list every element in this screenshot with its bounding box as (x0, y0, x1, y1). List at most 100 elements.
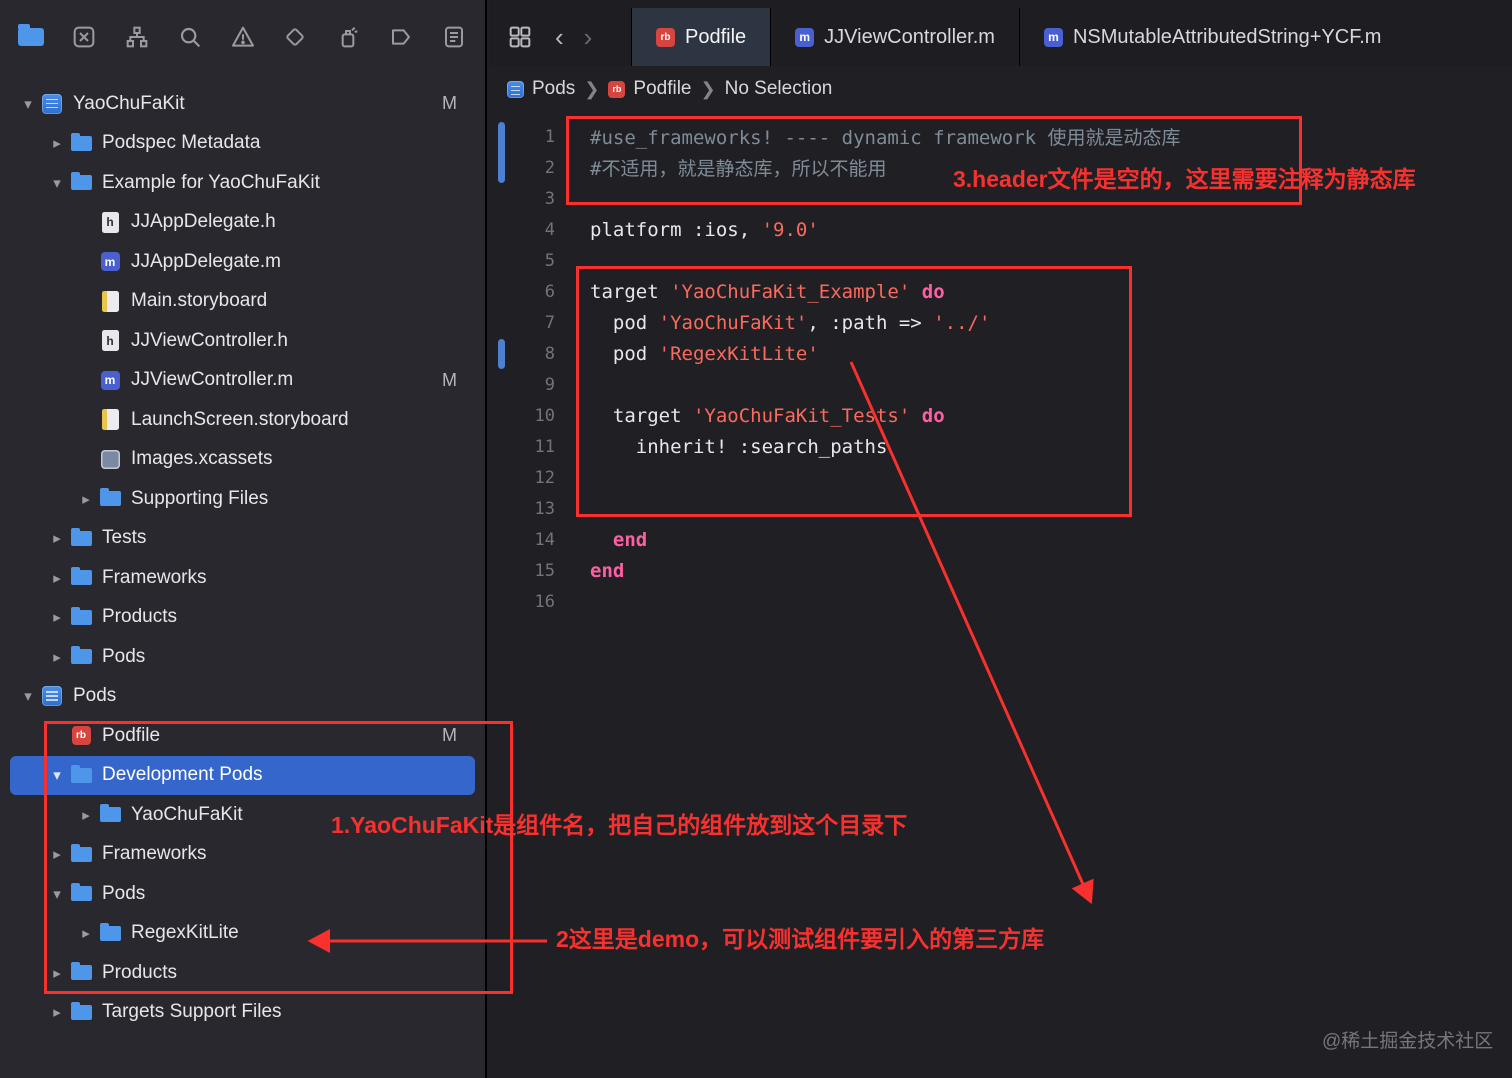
sidebar-item-regexkitlite[interactable]: ▸ RegexKitLite (0, 914, 485, 954)
code-line-4[interactable]: 4 platform :ios, '9.0' (489, 214, 1512, 245)
back-chevron-icon[interactable]: ‹ (555, 24, 564, 50)
breadcrumb-label: Podfile (633, 78, 692, 99)
code-line-5[interactable]: 5 (489, 245, 1512, 276)
disclosure-triangle-icon[interactable]: ▸ (45, 648, 69, 666)
tab-jjviewcontroller[interactable]: m JJViewController.m (770, 8, 1019, 66)
source-editor[interactable]: 1 #use_frameworks! ---- dynamic framework… (489, 112, 1512, 1078)
disclosure-triangle-icon[interactable]: ▸ (45, 134, 69, 152)
test-navigator-icon[interactable] (280, 22, 310, 52)
disclosure-triangle-icon[interactable]: ▸ (74, 490, 98, 508)
sidebar-item-label: Example for YaoChuFaKit (102, 171, 320, 193)
sidebar-item-products[interactable]: ▸ Products (0, 598, 485, 638)
code-line-12[interactable]: 12 (489, 462, 1512, 493)
sidebar-item-products[interactable]: ▸ Products (0, 953, 485, 993)
code-line-13[interactable]: 13 (489, 493, 1512, 524)
sidebar-item-pods[interactable]: ▸ Pods (0, 637, 485, 677)
disclosure-triangle-icon[interactable]: ▸ (45, 845, 69, 863)
sidebar-item-label: YaoChuFaKit (131, 803, 243, 825)
code-line-6[interactable]: 6 target 'YaoChuFaKit_Example' do (489, 276, 1512, 307)
code-line-15[interactable]: 15 end (489, 555, 1512, 586)
disclosure-triangle-icon[interactable]: ▾ (45, 766, 69, 784)
sidebar-item-example-for-yaochufakit[interactable]: ▾ Example for YaoChuFaKit (0, 163, 485, 203)
disclosure-triangle-icon[interactable]: ▾ (45, 885, 69, 903)
line-number: 13 (534, 498, 555, 519)
sidebar-item-label: RegexKitLite (131, 922, 239, 944)
m-icon: m (98, 252, 122, 272)
folder-icon (69, 567, 93, 586)
find-navigator-icon[interactable] (175, 22, 205, 52)
disclosure-triangle-icon[interactable]: ▸ (74, 806, 98, 824)
sidebar-item-jjviewcontroller-h[interactable]: h JJViewController.h (0, 321, 485, 361)
code-line-8[interactable]: 8 pod 'RegexKitLite' (489, 338, 1512, 369)
sidebar-item-images-xcassets[interactable]: Images.xcassets (0, 440, 485, 480)
sidebar-item-podspec-metadata[interactable]: ▸ Podspec Metadata (0, 124, 485, 164)
sidebar-item-pods[interactable]: ▾ Pods (0, 677, 485, 717)
sidebar-item-main-storyboard[interactable]: Main.storyboard (0, 282, 485, 322)
disclosure-triangle-icon[interactable]: ▸ (45, 1003, 69, 1021)
debug-navigator-icon[interactable] (333, 22, 363, 52)
sidebar-item-launchscreen-storyboard[interactable]: LaunchScreen.storyboard (0, 400, 485, 440)
forward-chevron-icon[interactable]: › (584, 24, 593, 50)
line-content: pod 'YaoChuFaKit', :path => '../' (590, 311, 991, 334)
code-line-11[interactable]: 11 inherit! :search_paths (489, 431, 1512, 462)
sidebar-item-tests[interactable]: ▸ Tests (0, 519, 485, 559)
breakpoint-navigator-icon[interactable] (386, 22, 416, 52)
tab-nsmutableattributedstring[interactable]: m NSMutableAttributedString+YCF.m (1018, 8, 1512, 66)
modified-badge: M (442, 93, 457, 114)
disclosure-triangle-icon[interactable]: ▾ (16, 95, 40, 113)
disclosure-triangle-icon[interactable]: ▾ (45, 174, 69, 192)
tab-podfile[interactable]: rb Podfile (631, 8, 771, 66)
app-icon (40, 93, 64, 114)
sidebar-item-frameworks[interactable]: ▸ Frameworks (0, 558, 485, 598)
code-line-9[interactable]: 9 (489, 369, 1512, 400)
report-navigator-icon[interactable] (439, 22, 469, 52)
tab-label: Podfile (685, 25, 747, 48)
line-content: end (612, 528, 648, 551)
sidebar-item-jjappdelegate-m[interactable]: m JJAppDelegate.m (0, 242, 485, 282)
sidebar-item-label: Supporting Files (131, 487, 269, 509)
objc-file-icon: m (795, 27, 815, 47)
disclosure-triangle-icon[interactable]: ▸ (74, 924, 98, 942)
disclosure-triangle-icon[interactable]: ▸ (45, 529, 69, 547)
sidebar-item-jjappdelegate-h[interactable]: h JJAppDelegate.h (0, 203, 485, 243)
disclosure-triangle-icon[interactable]: ▸ (45, 608, 69, 626)
disclosure-triangle-icon[interactable]: ▸ (45, 964, 69, 982)
folder-icon (69, 132, 93, 151)
symbol-navigator-icon[interactable] (122, 22, 152, 52)
sidebar-item-yaochufakit[interactable]: ▸ YaoChuFaKit (0, 795, 485, 835)
disclosure-triangle-icon[interactable]: ▾ (16, 687, 40, 705)
line-content: #不适用，就是静态库，所以不能用 (590, 158, 887, 180)
editor-grid-icon[interactable] (505, 22, 535, 52)
editor-tab-bar: ‹ › rb Podfile m JJViewController.m m NS… (489, 0, 1512, 66)
breadcrumb-item-pods[interactable]: Pods (507, 78, 575, 100)
sidebar-item-podfile[interactable]: rb Podfile M (0, 716, 485, 756)
sidebar-item-jjviewcontroller-m[interactable]: m JJViewController.m M (0, 361, 485, 401)
project-navigator-icon[interactable] (16, 22, 46, 52)
folder-icon (69, 646, 93, 665)
code-line-3[interactable]: 3 (489, 183, 1512, 214)
sidebar-item-yaochufakit[interactable]: ▾ YaoChuFaKit M (0, 84, 485, 124)
line-number: 14 (534, 529, 555, 550)
code-line-2[interactable]: 2 #不适用，就是静态库，所以不能用 (489, 152, 1512, 183)
breadcrumb-item-podfile[interactable]: rb Podfile (608, 78, 692, 100)
project-navigator-sidebar: ▾ YaoChuFaKit M ▸ Podspec Metadata ▾ Example f… (0, 0, 487, 1078)
disclosure-triangle-icon[interactable]: ▸ (45, 569, 69, 587)
folder-icon (69, 764, 93, 783)
code-line-7[interactable]: 7 pod 'YaoChuFaKit', :path => '../' (489, 307, 1512, 338)
folder-icon (98, 488, 122, 507)
issue-navigator-icon[interactable] (228, 22, 258, 52)
code-line-1[interactable]: 1 #use_frameworks! ---- dynamic framework… (489, 121, 1512, 152)
sidebar-item-development-pods[interactable]: ▾ Development Pods (10, 755, 475, 795)
sidebar-item-targets-support-files[interactable]: ▸ Targets Support Files (0, 993, 485, 1033)
sidebar-item-supporting-files[interactable]: ▸ Supporting Files (0, 479, 485, 519)
code-line-16[interactable]: 16 (489, 586, 1512, 617)
sidebar-item-frameworks[interactable]: ▸ Frameworks (0, 835, 485, 875)
sidebar-item-pods[interactable]: ▾ Pods (0, 874, 485, 914)
m-icon: m (98, 370, 122, 390)
storyboard-icon (98, 409, 122, 431)
line-number: 5 (544, 250, 555, 271)
code-line-14[interactable]: 14 end (489, 524, 1512, 555)
source-control-navigator-icon[interactable] (69, 22, 99, 52)
code-line-10[interactable]: 10 target 'YaoChuFaKit_Tests' do (489, 400, 1512, 431)
line-content: pod 'RegexKitLite' (590, 342, 819, 365)
